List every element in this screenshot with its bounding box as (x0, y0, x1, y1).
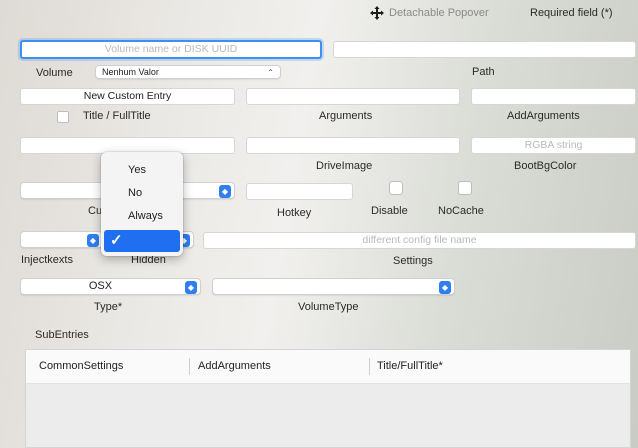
column-header-commonsettings[interactable]: CommonSettings (39, 350, 123, 383)
nocache-checkbox[interactable] (458, 181, 472, 195)
settings-input[interactable]: different config file name (203, 232, 636, 249)
driveimage-label: DriveImage (316, 160, 373, 172)
chevron-up-down-icon: ⌃ (267, 68, 274, 77)
table-header: CommonSettings AddArguments Title/FullTi… (26, 350, 630, 384)
column-header-addarguments[interactable]: AddArguments (198, 350, 271, 383)
bootbgcolor-label: BootBgColor (514, 160, 577, 172)
table-body (26, 384, 630, 447)
path-label: Path (472, 66, 495, 78)
disable-label: Disable (371, 205, 408, 217)
title-fulltitle-checkbox[interactable] (57, 111, 69, 123)
hotkey-label: Hotkey (277, 207, 312, 219)
volumetype-label: VolumeType (298, 301, 359, 313)
required-field-note: Required field (*) (530, 7, 613, 19)
move-icon[interactable] (370, 6, 384, 20)
custom-label: Cu (88, 205, 103, 217)
arguments-label: Arguments (319, 110, 373, 122)
volume-select[interactable]: Nenhum Valor ⌃ (95, 65, 281, 79)
arguments-input[interactable] (246, 88, 460, 105)
column-divider (369, 358, 370, 375)
volume-label: Volume (36, 67, 73, 79)
subentries-label: SubEntries (35, 329, 89, 341)
addarguments-label: AddArguments (507, 110, 580, 122)
menu-item-always[interactable]: Always (101, 205, 183, 227)
driveimage-input[interactable] (246, 137, 460, 154)
hotkey-input[interactable] (246, 183, 353, 200)
menu-item-no[interactable]: No (101, 182, 183, 204)
title-input[interactable]: New Custom Entry (20, 88, 235, 105)
type-label: Type* (94, 301, 123, 313)
subentries-table[interactable]: CommonSettings AddArguments Title/FullTi… (25, 349, 631, 448)
nocache-label: NoCache (438, 205, 484, 217)
stepper-icon: ◆ (185, 281, 197, 294)
injectkexts-select[interactable]: ◆ (20, 231, 103, 248)
type-select[interactable]: OSX ◆ (20, 278, 201, 295)
title-label: Title / FullTitle (83, 110, 151, 122)
bootbgcolor-input[interactable]: RGBA string (471, 137, 636, 154)
volumetype-select[interactable]: ◆ (212, 278, 455, 295)
injectkexts-label: Injectkexts (21, 254, 73, 266)
disable-checkbox[interactable] (389, 181, 403, 195)
checkmark-icon: ✓ (110, 232, 123, 249)
stepper-icon: ◆ (219, 185, 231, 198)
detachable-popover-link[interactable]: Detachable Popover (389, 7, 489, 19)
column-divider (189, 358, 190, 375)
settings-label: Settings (393, 255, 433, 267)
path-input[interactable] (333, 41, 636, 58)
stepper-icon: ◆ (439, 281, 451, 294)
volume-select-value: Nenhum Valor (102, 67, 159, 77)
addarguments-input[interactable] (471, 88, 636, 105)
stepper-icon: ◆ (87, 234, 99, 247)
type-select-value: OSX (88, 280, 113, 292)
menu-item-yes[interactable]: Yes (101, 159, 183, 181)
menu-item-selected[interactable]: ✓ (104, 230, 180, 252)
volume-input[interactable]: Volume name or DISK UUID (20, 40, 322, 59)
popup-menu: Yes No Always ✓ (101, 152, 183, 256)
column-header-title[interactable]: Title/FullTitle* (377, 350, 443, 383)
